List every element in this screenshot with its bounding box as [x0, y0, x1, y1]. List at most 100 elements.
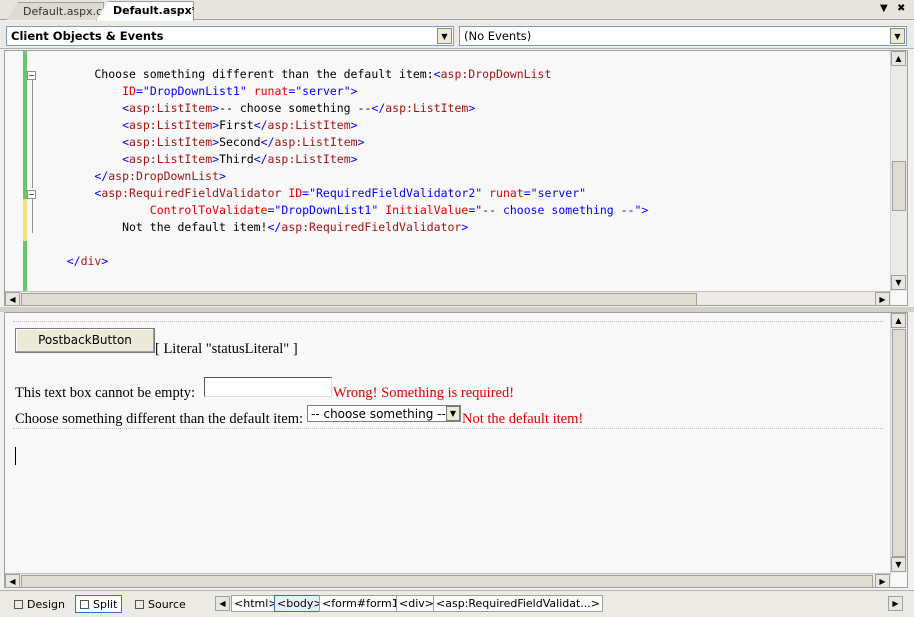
code-token: First — [219, 118, 254, 132]
scrollbar-thumb[interactable] — [21, 575, 873, 587]
events-combo[interactable]: (No Events) ▼ — [459, 26, 907, 46]
code-token: asp:ListItem — [129, 101, 213, 115]
scroll-right-icon[interactable]: ▶ — [875, 574, 890, 587]
dropdown-validator-message: Not the default item! — [462, 411, 584, 427]
chevron-down-icon[interactable]: ▼ — [437, 28, 452, 44]
breadcrumb-scroll-left-icon[interactable]: ◀ — [215, 596, 230, 611]
code-token: ID — [288, 186, 303, 200]
code-line[interactable]: <asp:ListItem>First</asp:ListItem> — [39, 117, 358, 134]
code-token: "DropDownList1" — [274, 203, 379, 217]
client-objects-combo[interactable]: Client Objects & Events ▼ — [6, 26, 454, 46]
source-view-icon — [135, 600, 144, 609]
tag-crumb-body[interactable]: <body> — [274, 595, 326, 612]
code-token: asp:ListItem — [274, 135, 358, 149]
required-textbox[interactable] — [204, 377, 332, 397]
code-token: "server" — [295, 84, 351, 98]
scroll-up-icon[interactable]: ▲ — [891, 51, 906, 66]
code-token: asp:DropDownList — [440, 67, 552, 81]
editor-vertical-scrollbar[interactable]: ▲ ▼ — [890, 51, 907, 291]
code-token: "-- choose something --" — [475, 203, 642, 217]
collapse-icon[interactable]: − — [27, 71, 36, 80]
client-objects-combo-value: Client Objects & Events — [11, 29, 164, 43]
code-line[interactable]: <asp:ListItem>Second</asp:ListItem> — [39, 134, 364, 151]
chevron-down-icon[interactable]: ▼ — [890, 28, 905, 44]
code-token: = — [523, 186, 531, 200]
status-literal[interactable]: [ Literal "statusLiteral" ] — [155, 341, 298, 358]
textbox-label: This text box cannot be empty: — [15, 385, 196, 401]
code-token: asp:ListItem — [129, 135, 213, 149]
code-token: </ — [94, 169, 109, 183]
code-line[interactable]: ControlToValidate="DropDownList1" Initia… — [39, 202, 649, 219]
scroll-right-icon[interactable]: ▶ — [875, 292, 890, 305]
scrollbar-thumb[interactable] — [892, 161, 906, 211]
code-token: Second — [219, 135, 261, 149]
textbox-validator-message: Wrong! Something is required! — [333, 385, 515, 401]
navigation-bar: Client Objects & Events ▼ (No Events) ▼ — [0, 21, 914, 49]
code-token: > — [350, 84, 358, 98]
editor-horizontal-scrollbar[interactable]: ◀ ▶ — [5, 291, 891, 305]
scrollbar-thumb[interactable] — [892, 329, 906, 557]
code-token: asp:RequiredFieldValidator — [101, 186, 282, 200]
code-token: </ — [371, 101, 386, 115]
code-line[interactable]: <asp:ListItem>-- choose something --</as… — [39, 100, 475, 117]
code-line[interactable]: Not the default item!</asp:RequiredField… — [39, 219, 468, 236]
design-view-button[interactable]: Design — [10, 595, 69, 613]
scroll-down-icon[interactable]: ▼ — [891, 275, 906, 290]
collapse-icon[interactable]: − — [27, 190, 36, 199]
outline-line — [32, 199, 33, 233]
code-token: asp:ListItem — [267, 118, 351, 132]
breadcrumb-scroll-right-icon[interactable]: ▶ — [888, 596, 903, 611]
code-line[interactable]: <asp:ListItem>Third</asp:ListItem> — [39, 151, 357, 168]
events-combo-value: (No Events) — [464, 29, 532, 43]
scroll-left-icon[interactable]: ◀ — [5, 574, 20, 587]
dropdown-label: Choose something different than the defa… — [15, 411, 304, 427]
code-token: > — [101, 254, 109, 268]
window-list-icon[interactable]: ▼ — [880, 3, 888, 14]
scrollbar-thumb[interactable] — [21, 293, 697, 305]
scroll-up-icon[interactable]: ▲ — [891, 313, 906, 328]
tab-default-aspx[interactable]: Default.aspx* — [96, 1, 194, 21]
source-view-label: Source — [148, 598, 186, 611]
design-vertical-scrollbar[interactable]: ▲ ▼ — [890, 313, 907, 573]
code-token: Not the default item! — [39, 220, 268, 234]
tab-default-aspx-cs[interactable]: Default.aspx.cs — [6, 2, 104, 20]
code-token: > — [468, 101, 476, 115]
chevron-down-icon[interactable]: ▼ — [446, 406, 460, 421]
code-line[interactable]: </asp:DropDownList> — [39, 168, 226, 185]
code-line[interactable]: </div> — [39, 253, 109, 270]
code-token: < — [122, 135, 130, 149]
scroll-left-icon[interactable]: ◀ — [5, 292, 20, 305]
scroll-down-icon[interactable]: ▼ — [891, 557, 906, 572]
code-line[interactable]: ID="DropDownList1" runat="server"> — [39, 83, 358, 100]
dropdown-list[interactable]: -- choose something -- ▼ — [307, 405, 461, 422]
document-tab-strip: Default.aspx.cs Default.aspx* ▼ ✖ — [0, 0, 914, 21]
source-code-editor[interactable]: − − Choose something different than the … — [4, 50, 908, 306]
code-token: > — [219, 169, 226, 183]
tag-crumb-div[interactable]: <div> — [396, 595, 437, 612]
code-token: asp:RequiredFieldValidator — [281, 220, 462, 234]
design-horizontal-scrollbar[interactable]: ◀ ▶ — [5, 573, 891, 587]
close-icon[interactable]: ✖ — [897, 3, 905, 14]
split-view-button[interactable]: Split — [75, 595, 123, 613]
code-line[interactable]: <asp:RequiredFieldValidator ID="Required… — [39, 185, 586, 202]
code-token: < — [122, 152, 130, 166]
code-line[interactable]: Choose something different than the defa… — [39, 66, 551, 83]
postback-button[interactable]: PostbackButton — [15, 328, 155, 353]
tag-crumb-validator[interactable]: <asp:RequiredFieldValidat...> — [433, 595, 603, 612]
code-token: > — [350, 118, 358, 132]
code-token: </ — [66, 254, 81, 268]
vs-editor-window: Default.aspx.cs Default.aspx* ▼ ✖ Client… — [0, 0, 914, 617]
split-view-label: Split — [93, 598, 118, 611]
code-token: = — [135, 84, 143, 98]
design-surface[interactable]: PostbackButton [ Literal "statusLiteral"… — [4, 312, 908, 588]
source-view-button[interactable]: Source — [131, 595, 190, 613]
code-token: ID — [122, 84, 136, 98]
code-token: asp:ListItem — [267, 152, 351, 166]
code-token: InitialValue — [385, 203, 469, 217]
